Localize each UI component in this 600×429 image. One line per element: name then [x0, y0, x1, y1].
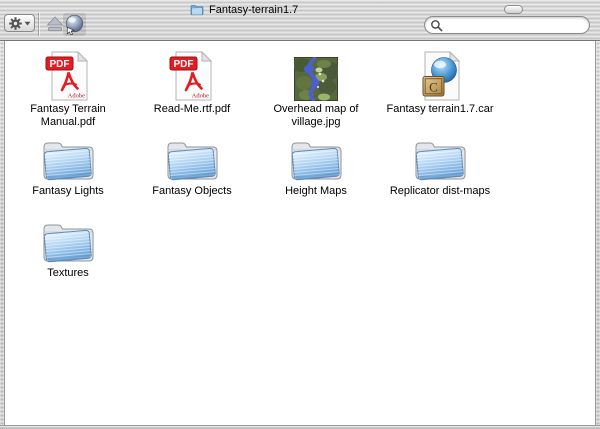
file-label: Fantasy Objects: [152, 185, 232, 197]
file-icon-wrap: [288, 131, 344, 183]
gear-icon: [8, 16, 22, 30]
file-icon-wrap: [412, 131, 468, 183]
file-icon-wrap: [40, 213, 96, 265]
window-title-group: Fantasy-terrain1.7: [190, 4, 298, 16]
svg-text:Adobe: Adobe: [68, 93, 85, 100]
eject-button[interactable]: [45, 15, 64, 33]
file-item[interactable]: PDF Adobe Fantasy Terrain Manual.pdf: [6, 49, 130, 131]
folder-icon: [291, 142, 342, 181]
file-label: Fantasy Lights: [32, 185, 104, 197]
file-icon-wrap: [164, 131, 220, 183]
svg-text:C: C: [429, 80, 438, 95]
file-grid: PDF Adobe Fantasy Terrain Manual.pdf PDF…: [5, 41, 595, 295]
file-icon-wrap: PDF Adobe: [169, 49, 215, 101]
file-item[interactable]: Replicator dist-maps: [378, 131, 502, 213]
search-field[interactable]: [424, 16, 594, 34]
folder-icon: [43, 224, 94, 263]
pdf-file-icon: PDF Adobe: [45, 51, 89, 101]
file-item[interactable]: PDF Adobe Read-Me.rtf.pdf: [130, 49, 254, 131]
file-item[interactable]: Overhead map of village.jpg: [254, 49, 378, 131]
file-item[interactable]: Fantasy Objects: [130, 131, 254, 213]
file-label: Textures: [47, 267, 89, 279]
toolbar-divider: [38, 13, 39, 36]
action-menu-button[interactable]: [4, 14, 35, 32]
window-title: Fantasy-terrain1.7: [209, 4, 299, 16]
chevron-down-icon: [24, 21, 30, 25]
file-icon-wrap: C: [417, 49, 463, 101]
file-item[interactable]: C Fantasy terrain1.7.car: [378, 49, 502, 131]
finder-window: Fantasy-terrain1.7 PDF Adobe Fantasy Ter…: [0, 0, 600, 429]
file-item[interactable]: Height Maps: [254, 131, 378, 213]
map-thumbnail-icon: [294, 57, 338, 101]
file-label: Replicator dist-maps: [389, 185, 491, 197]
file-label: Overhead map of village.jpg: [273, 103, 359, 128]
file-label: Fantasy terrain1.7.car: [386, 103, 494, 115]
search-input[interactable]: [443, 18, 594, 32]
window-edge-bottom: [0, 425, 600, 429]
window-chrome: Fantasy-terrain1.7: [0, 0, 600, 41]
folder-icon: [43, 142, 94, 181]
folder-icon: [415, 142, 466, 181]
file-label: Fantasy Terrain Manual.pdf: [30, 103, 106, 128]
window-edge-right: [595, 41, 600, 425]
folder-icon: [167, 142, 218, 181]
svg-text:Adobe: Adobe: [192, 93, 209, 100]
sphere-button[interactable]: [63, 13, 86, 36]
file-icon-wrap: [294, 49, 338, 101]
file-item[interactable]: Fantasy Lights: [6, 131, 130, 213]
folder-mini-icon: [190, 5, 204, 16]
sphere-cursor-icon: [65, 14, 84, 35]
file-icon-wrap: [40, 131, 96, 183]
finder-content-area: PDF Adobe Fantasy Terrain Manual.pdf PDF…: [5, 41, 595, 425]
file-label: Height Maps: [285, 185, 347, 197]
eject-icon: [46, 15, 63, 31]
toolbar-pill-button[interactable]: [504, 5, 523, 14]
file-label: Read-Me.rtf.pdf: [153, 103, 231, 115]
file-item[interactable]: Textures: [6, 213, 130, 295]
file-icon-wrap: PDF Adobe: [45, 49, 91, 101]
svg-text:PDF: PDF: [174, 59, 194, 70]
pdf-file-icon: PDF Adobe: [169, 51, 213, 101]
search-icon: [431, 19, 443, 31]
svg-text:PDF: PDF: [50, 59, 70, 70]
carrara-file-icon: C: [422, 51, 461, 101]
